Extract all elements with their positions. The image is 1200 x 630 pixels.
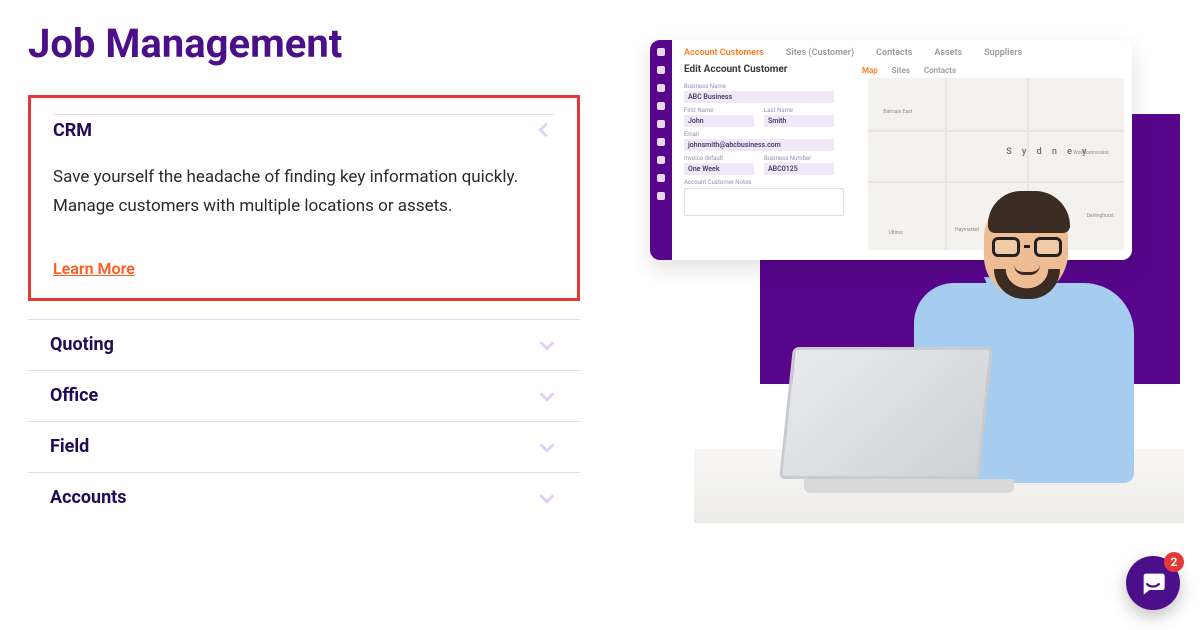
accordion-label: Field <box>50 436 89 457</box>
crm-body: Save yourself the headache of finding ke… <box>53 149 555 229</box>
learn-more-link[interactable]: Learn More <box>53 259 135 278</box>
chat-badge: 2 <box>1164 552 1184 572</box>
chat-icon <box>1139 569 1167 597</box>
chevron-left-icon <box>533 119 555 141</box>
page-title: Job Management <box>28 20 580 67</box>
chat-widget[interactable]: 2 <box>1126 556 1180 610</box>
crm-panel-highlight: CRM Save yourself the headache of findin… <box>28 95 580 301</box>
crm-panel-header[interactable]: CRM <box>53 115 555 149</box>
crm-title: CRM <box>53 120 92 141</box>
chevron-down-icon <box>536 385 558 407</box>
accordion-quoting[interactable]: Quoting <box>28 319 580 370</box>
accordion-label: Accounts <box>50 487 127 508</box>
accordion-label: Office <box>50 385 98 406</box>
screenshot-tabs: Account Customers Sites (Customer) Conta… <box>684 48 1120 58</box>
accordion-office[interactable]: Office <box>28 370 580 421</box>
chevron-down-icon <box>536 436 558 458</box>
hero-visual: Account Customers Sites (Customer) Conta… <box>620 0 1172 523</box>
chevron-down-icon <box>536 487 558 509</box>
chevron-down-icon <box>536 334 558 356</box>
accordion-field[interactable]: Field <box>28 421 580 472</box>
sidebar-rail <box>650 40 672 260</box>
accordion-label: Quoting <box>50 334 114 355</box>
screenshot-subtabs: Map Sites Contacts <box>862 66 956 75</box>
person-illustration <box>794 183 1134 523</box>
accordion-accounts[interactable]: Accounts <box>28 472 580 523</box>
